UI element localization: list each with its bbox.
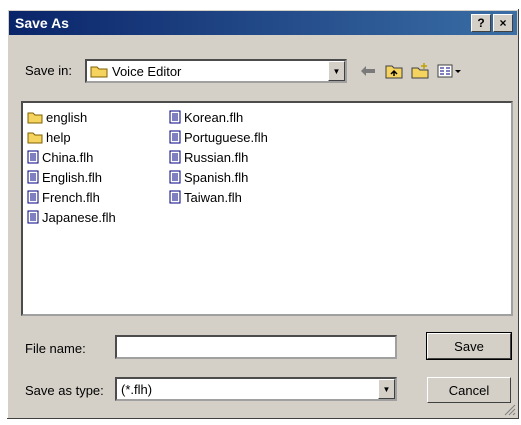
folder-icon [90, 66, 108, 78]
cancel-button-label: Cancel [448, 382, 490, 398]
folder-icon [27, 111, 46, 124]
help-button[interactable]: ? [471, 14, 491, 32]
close-button[interactable]: × [493, 14, 513, 32]
folder-item[interactable]: english [27, 107, 116, 127]
file-item-label: Portuguese.flh [184, 129, 268, 145]
file-item-label: English.flh [42, 169, 102, 185]
file-list[interactable]: english help China.flh English.flh French.fl… [21, 101, 513, 316]
window-title: Save As [15, 15, 69, 31]
document-icon [169, 130, 184, 144]
save-in-value: Voice Editor [112, 63, 182, 79]
file-item[interactable]: French.flh [27, 187, 116, 207]
file-item-label: China.flh [42, 149, 94, 165]
save-button-label: Save [454, 338, 484, 354]
file-item[interactable]: Taiwan.flh [169, 187, 268, 207]
cancel-button[interactable]: Cancel [427, 377, 511, 403]
file-item[interactable]: English.flh [27, 167, 116, 187]
folder-icon [27, 131, 46, 144]
file-item-label: help [46, 129, 71, 145]
chevron-down-icon[interactable]: ▼ [378, 379, 395, 399]
file-item[interactable]: Portuguese.flh [169, 127, 268, 147]
file-name-label-text: File name: [25, 341, 86, 356]
save-in-dropdown[interactable]: Voice Editor ▼ [85, 59, 347, 83]
view-menu-icon[interactable] [435, 61, 463, 81]
file-item[interactable]: China.flh [27, 147, 116, 167]
save-as-type-dropdown[interactable]: (*.flh) ▼ [115, 377, 397, 401]
save-as-dialog: Save As ? × Save in: Voice Editor ▼ engl… [6, 8, 520, 420]
document-icon [169, 170, 184, 184]
file-item-label: Korean.flh [184, 109, 244, 125]
up-folder-icon[interactable] [383, 61, 405, 81]
file-item-label: Japanese.flh [42, 209, 116, 225]
save-as-type-label: Save as type: [25, 383, 104, 398]
new-folder-icon[interactable] [409, 61, 431, 81]
file-item-label: French.flh [42, 189, 100, 205]
file-item-label: Russian.flh [184, 149, 249, 165]
file-item[interactable]: Russian.flh [169, 147, 268, 167]
save-in-label: Save in: [25, 63, 72, 78]
file-name-label: File name: [25, 341, 86, 356]
document-icon [27, 170, 42, 184]
document-icon [27, 190, 42, 204]
file-item-label: Taiwan.flh [184, 189, 242, 205]
file-item[interactable]: Japanese.flh [27, 207, 116, 227]
file-name-input[interactable] [115, 335, 397, 359]
back-arrow-icon[interactable] [357, 61, 379, 81]
document-icon [169, 110, 184, 124]
document-icon [27, 150, 42, 164]
file-item-label: english [46, 109, 88, 125]
title-bar: Save As ? × [9, 11, 517, 35]
file-item[interactable]: Spanish.flh [169, 167, 268, 187]
file-item-label: Spanish.flh [184, 169, 249, 185]
file-item[interactable]: Korean.flh [169, 107, 268, 127]
document-icon [27, 210, 42, 224]
document-icon [169, 150, 184, 164]
save-button[interactable]: Save [426, 332, 512, 360]
chevron-down-icon[interactable]: ▼ [328, 61, 345, 81]
resize-grip-icon[interactable] [504, 404, 516, 416]
folder-item[interactable]: help [27, 127, 116, 147]
document-icon [169, 190, 184, 204]
save-as-type-value: (*.flh) [121, 381, 153, 397]
